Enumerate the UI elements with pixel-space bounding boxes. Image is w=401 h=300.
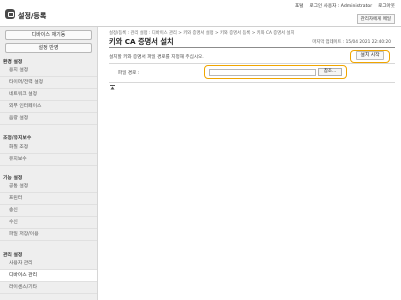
apply-settings-button[interactable]: 설정 반영 [5, 43, 92, 53]
file-path-highlight: 참조... [204, 65, 347, 79]
login-user-text: 로그인 사용자 : Administrator [309, 4, 373, 9]
page-title: 키와 CA 증명서 설치 [109, 37, 174, 46]
sidebar-item-file-storage[interactable]: 파일 저장/이용 [0, 229, 97, 241]
title-divider [109, 47, 395, 48]
sidebar-item-volume[interactable]: 음량 설정 [0, 113, 97, 125]
install-start-button[interactable]: 설치 시작 [350, 50, 390, 63]
app-title: 설정/등록 [18, 12, 47, 20]
sidebar-item-send[interactable]: 송신 [0, 205, 97, 217]
sidebar-item-license[interactable]: 라이센스/기타 [0, 282, 97, 294]
sidebar-item-network[interactable]: 네트워크 설정 [0, 89, 97, 101]
file-path-input[interactable] [209, 69, 316, 76]
last-updated: 마지막 업데이트 : 15/04 2021 22:40:20 [312, 40, 391, 45]
sidebar-item-user-management[interactable]: 사용자 관리 [0, 258, 97, 270]
sidebar-item-image-quality[interactable]: 화질 조정 [0, 142, 97, 154]
top-bar: 설정/등록 포털 로그인 사용자 : Administrator 로그아웃 관리… [0, 0, 401, 27]
sidebar-item-common[interactable]: 공통 설정 [0, 181, 97, 193]
main-content: 설정/등록 : 관리 설정 : 디바이스 관리 > 키와 증명서 설정 > 키와… [99, 27, 401, 300]
install-start-label[interactable]: 설치 시작 [356, 51, 384, 60]
divider [109, 82, 395, 83]
divider [109, 63, 395, 64]
breadcrumb[interactable]: 설정/등록 : 관리 설정 : 디바이스 관리 > 키와 증명서 설정 > 키와… [109, 30, 294, 36]
section-environment: 환경 설정 [3, 60, 23, 65]
browse-button[interactable]: 참조... [318, 68, 342, 76]
logout-link[interactable]: 로그아웃 [378, 3, 395, 9]
sidebar-item-device-management[interactable]: 디바이스 관리 [0, 270, 97, 282]
section-management: 관리 설정 [3, 253, 23, 258]
sidebar: 디바이스 재기동 설정 반영 환경 설정 용지 설정 타이머/전력 설정 네트워… [0, 27, 98, 300]
sidebar-item-interface[interactable]: 외부 인터페이스 [0, 101, 97, 113]
sidebar-item-printer[interactable]: 프린터 [0, 193, 97, 205]
sidebar-item-paper[interactable]: 용지 설정 [0, 65, 97, 77]
admin-mail-link[interactable]: 관리자에게 메일 [356, 14, 395, 24]
section-maintenance: 조정/유지보수 [3, 136, 32, 141]
scroll-to-top-icon[interactable] [110, 85, 115, 90]
portal-link[interactable]: 포털 [295, 3, 303, 9]
sidebar-item-timer[interactable]: 타이머/전력 설정 [0, 77, 97, 89]
top-links: 포털 로그인 사용자 : Administrator 로그아웃 [295, 3, 395, 9]
device-restart-button[interactable]: 디바이스 재기동 [5, 30, 92, 40]
sidebar-item-receive[interactable]: 수신 [0, 217, 97, 229]
file-path-label: 파일 경로 : [118, 71, 140, 76]
section-functions: 기능 설정 [3, 176, 23, 181]
settings-register-icon [5, 9, 15, 19]
sidebar-item-maintenance[interactable]: 유지보수 [0, 154, 97, 166]
instruction-text: 설치할 키와 증명서 파일 경로를 지정해 주십시오. [109, 55, 204, 60]
